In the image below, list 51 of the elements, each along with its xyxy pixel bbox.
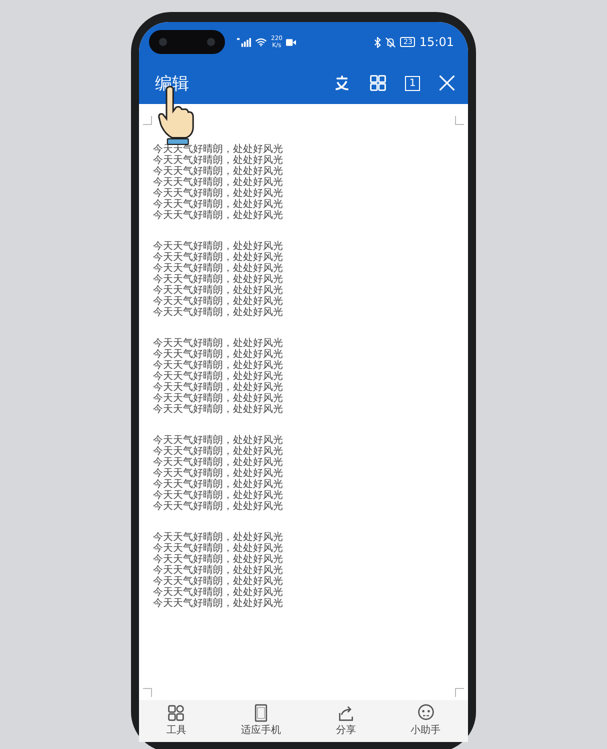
- document-text-line: 今天天气好晴朗，处处好风光: [153, 199, 284, 210]
- video-icon: [286, 38, 296, 46]
- share-button[interactable]: 分享: [336, 704, 356, 737]
- close-icon[interactable]: [438, 74, 456, 92]
- signal-icon: [237, 38, 251, 46]
- document-text-line: 今天天气好晴朗，处处好风光: [153, 177, 284, 188]
- document-text-line: 今天天气好晴朗，处处好风光: [153, 435, 284, 446]
- grid-icon[interactable]: [369, 74, 387, 92]
- translate-icon[interactable]: [333, 74, 351, 92]
- document-text-line: 今天天气好晴朗，处处好风光: [153, 285, 284, 296]
- document-text-line: 今天天气好晴朗，处处好风光: [153, 210, 284, 221]
- document-text-line: 今天天气好晴朗，处处好风光: [153, 532, 284, 543]
- document-text-line: 今天天气好晴朗，处处好风光: [153, 382, 284, 393]
- document-text-line: 今天天气好晴朗，处处好风光: [153, 587, 284, 598]
- document-text-line: 今天天气好晴朗，处处好风光: [153, 468, 284, 479]
- document-text-line: 今天天气好晴朗，处处好风光: [153, 393, 284, 404]
- clock-time: 15:01: [419, 35, 454, 49]
- document-text-line: 今天天气好晴朗，处处好风光: [153, 274, 284, 285]
- document-text-line: 今天天气好晴朗，处处好风光: [153, 263, 284, 274]
- document-text-line: 今天天气好晴朗，处处好风光: [153, 371, 284, 382]
- fit-button[interactable]: 适应手机: [241, 704, 282, 737]
- document-text-line: 今天天气好晴朗，处处好风光: [153, 554, 284, 565]
- document-text-line: 今天天气好晴朗，处处好风光: [153, 501, 284, 512]
- document-text-line: 今天天气好晴朗，处处好风光: [153, 543, 284, 554]
- wifi-icon: [255, 37, 267, 47]
- document-text-line: 今天天气好晴朗，处处好风光: [153, 338, 284, 349]
- page-number-button[interactable]: 1: [405, 76, 420, 90]
- document-text-line: 今天天气好晴朗，处处好风光: [153, 565, 284, 576]
- document-text-line: 今天天气好晴朗，处处好风光: [153, 296, 284, 307]
- document-text-line: 今天天气好晴朗，处处好风光: [153, 598, 284, 609]
- document-text-line: 今天天气好晴朗，处处好风光: [153, 252, 284, 263]
- bluetooth-icon: [374, 36, 382, 48]
- grid-icon: [167, 704, 186, 722]
- document-text-line: 今天天气好晴朗，处处好风光: [153, 404, 284, 415]
- document-text-line: 今天天气好晴朗，处处好风光: [153, 241, 284, 252]
- document-text-line: 今天天气好晴朗，处处好风光: [153, 360, 284, 371]
- document-text-line: 今天天气好晴朗，处处好风光: [153, 188, 284, 199]
- share-icon: [336, 704, 355, 722]
- document-text-line: 今天天气好晴朗，处处好风光: [153, 349, 284, 360]
- tools-button[interactable]: 工具: [166, 704, 186, 737]
- muted-bell-icon: [385, 36, 396, 48]
- document-text-line: 今天天气好晴朗，处处好风光: [153, 446, 284, 457]
- document-text-line: 今天天气好晴朗，处处好风光: [153, 490, 284, 501]
- document-text-line: 今天天气好晴朗，处处好风光: [153, 576, 284, 587]
- document-text-line: 今天天气好晴朗，处处好风光: [153, 155, 284, 166]
- document-text-line: 今天天气好晴朗，处处好风光: [153, 307, 284, 318]
- document-text-line: 今天天气好晴朗，处处好风光: [153, 166, 284, 177]
- document-text-line: 今天天气好晴朗，处处好风光: [153, 457, 284, 468]
- assistant-button[interactable]: 小助手: [410, 704, 441, 737]
- smiley-icon: [416, 704, 435, 722]
- document-text-line: 今天天气好晴朗，处处好风光: [153, 479, 284, 490]
